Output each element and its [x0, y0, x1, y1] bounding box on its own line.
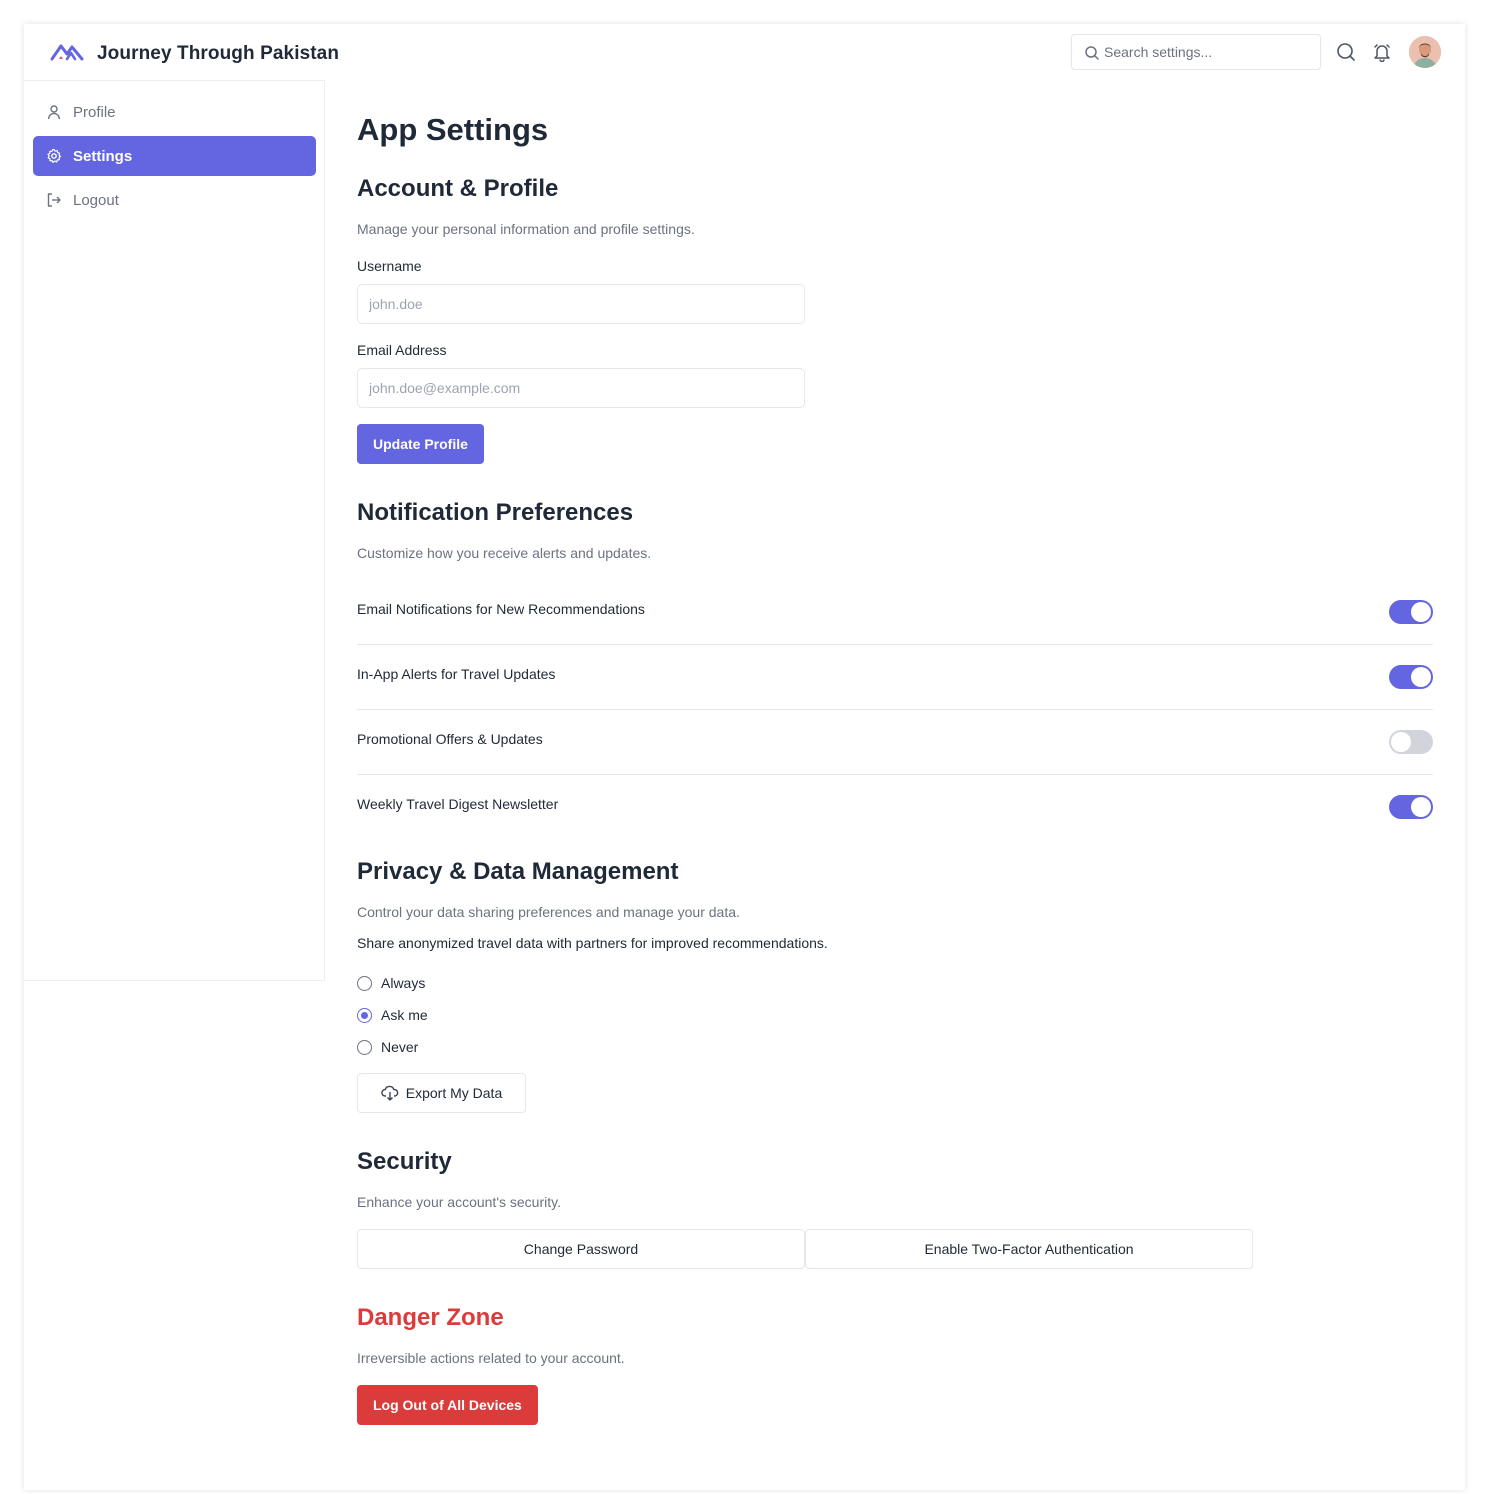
logout-icon [46, 192, 62, 208]
main-content: App Settings Account & Profile Manage yo… [357, 24, 1437, 1490]
radio-button[interactable] [357, 975, 372, 991]
export-data-button[interactable]: Export My Data [357, 1073, 526, 1113]
radio-button[interactable] [357, 1007, 372, 1023]
notification-label: In-App Alerts for Travel Updates [357, 666, 556, 682]
sidebar-item-label: Logout [73, 191, 119, 209]
toggle-knob [1411, 667, 1431, 687]
app-brand-name[interactable]: Journey Through Pakistan [97, 43, 339, 65]
sidebar-item-profile[interactable]: Profile [33, 92, 316, 132]
logout-all-devices-button[interactable]: Log Out of All Devices [357, 1385, 538, 1425]
update-profile-button[interactable]: Update Profile [357, 424, 484, 464]
notification-label: Promotional Offers & Updates [357, 731, 543, 747]
notification-label: Weekly Travel Digest Newsletter [357, 796, 559, 812]
notification-label: Email Notifications for New Recommendati… [357, 601, 645, 617]
radio-option-never[interactable]: Never [357, 1039, 418, 1055]
in-app-alerts-toggle[interactable] [1389, 665, 1433, 689]
sidebar-item-label: Settings [73, 147, 133, 165]
notification-row: Weekly Travel Digest Newsletter [357, 775, 1433, 840]
notifications-section-description: Customize how you receive alerts and upd… [357, 545, 652, 561]
radio-label: Never [381, 1039, 419, 1055]
sidebar-item-settings[interactable]: Settings [33, 136, 316, 176]
change-password-button[interactable]: Change Password [357, 1229, 805, 1269]
toggle-knob [1391, 732, 1411, 752]
security-section-title: Security [357, 1148, 452, 1175]
toggle-knob [1411, 797, 1431, 817]
sidebar-item-label: Profile [73, 103, 116, 121]
danger-zone-title: Danger Zone [357, 1304, 504, 1331]
privacy-section-title: Privacy & Data Management [357, 858, 679, 885]
email-recommendations-toggle[interactable] [1389, 600, 1433, 624]
username-field[interactable] [357, 284, 805, 324]
radio-option-ask-me[interactable]: Ask me [357, 1007, 428, 1023]
app-window: Journey Through Pakistan Search settings… [24, 24, 1465, 1490]
sidebar: Profile Settings Logout [24, 80, 325, 981]
toggle-knob [1411, 602, 1431, 622]
radio-button[interactable] [357, 1039, 372, 1055]
radio-label: Always [381, 975, 426, 991]
email-label: Email Address [357, 342, 447, 358]
user-icon [46, 104, 62, 120]
radio-label: Ask me [381, 1007, 428, 1023]
notification-row: Email Notifications for New Recommendati… [357, 580, 1433, 645]
account-section-description: Manage your personal information and pro… [357, 221, 695, 237]
cloud-download-icon [381, 1085, 399, 1101]
export-data-label: Export My Data [405, 1085, 503, 1101]
promotional-offers-toggle[interactable] [1389, 730, 1433, 754]
radio-option-always[interactable]: Always [357, 975, 425, 991]
danger-zone-description: Irreversible actions related to your acc… [357, 1350, 625, 1366]
username-label: Username [357, 258, 422, 274]
gear-icon [46, 148, 62, 164]
notification-row: Promotional Offers & Updates [357, 710, 1433, 775]
page-title: App Settings [357, 112, 549, 147]
notification-row: In-App Alerts for Travel Updates [357, 645, 1433, 710]
security-section-description: Enhance your account's security. [357, 1194, 561, 1210]
privacy-section-description: Control your data sharing preferences an… [357, 904, 740, 920]
email-field[interactable] [357, 368, 805, 408]
notifications-section-title: Notification Preferences [357, 499, 634, 526]
account-section-title: Account & Profile [357, 175, 559, 202]
enable-2fa-button[interactable]: Enable Two-Factor Authentication [805, 1229, 1253, 1269]
weekly-digest-toggle[interactable] [1389, 795, 1433, 819]
sidebar-item-logout[interactable]: Logout [33, 180, 316, 220]
data-sharing-question: Share anonymized travel data with partne… [357, 935, 828, 951]
mountain-logo-icon [50, 42, 88, 62]
